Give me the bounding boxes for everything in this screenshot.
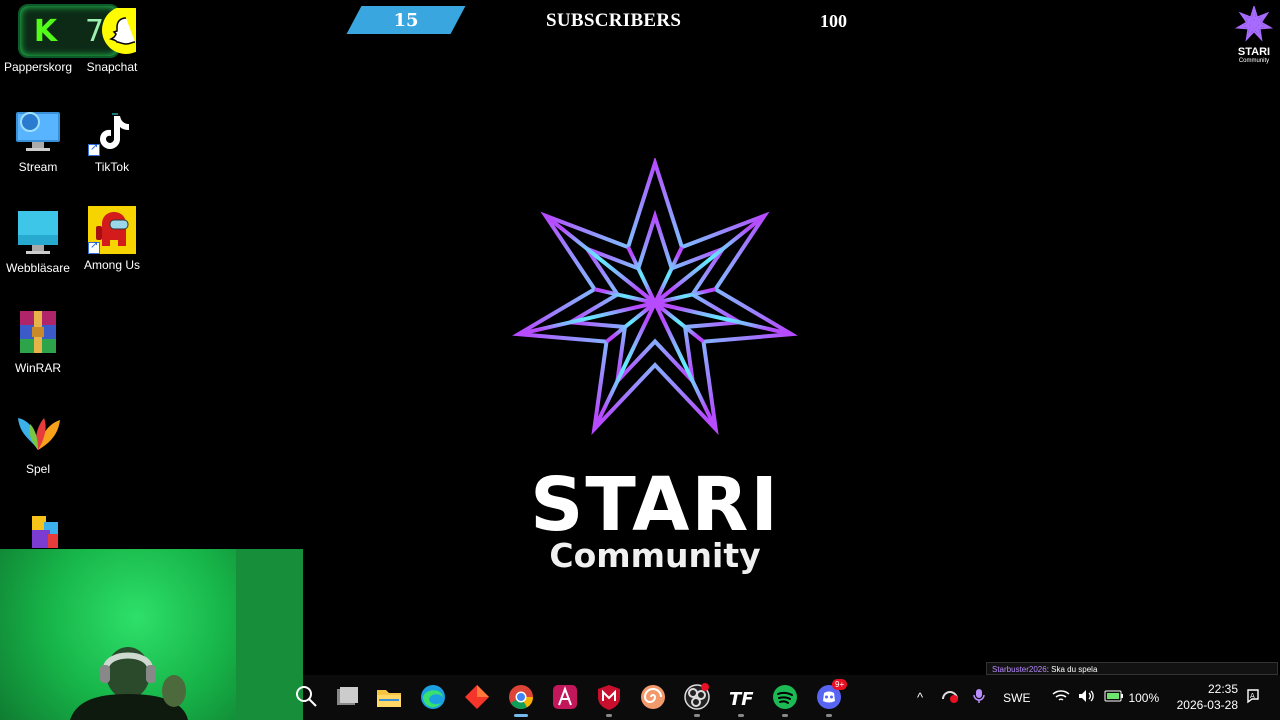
chat-text: : Ska du spela <box>1046 665 1098 674</box>
chevron-up-icon[interactable]: ^ <box>917 690 923 705</box>
msn-butterfly-icon <box>14 410 62 458</box>
mcafee-icon[interactable] <box>595 683 623 717</box>
system-tray: ^ SWE 100% <box>917 675 1159 720</box>
running-indicator <box>738 714 744 717</box>
desktop-icon-among-us[interactable]: Among Us <box>74 206 150 272</box>
notification-icon[interactable]: A <box>1245 688 1261 709</box>
desktop-icon-winrar[interactable]: WinRAR <box>0 309 76 375</box>
streamer-figure <box>70 647 188 720</box>
desktop-icon-label: Papperskorg <box>3 60 73 74</box>
file-explorer-icon[interactable] <box>375 683 403 711</box>
spotify-icon[interactable] <box>771 683 799 717</box>
subscriber-count: 15 <box>393 10 419 31</box>
tf-app-icon[interactable]: TF <box>727 683 755 717</box>
wifi-icon[interactable] <box>1052 689 1070 706</box>
desktop-icon-label: Stream <box>18 160 58 174</box>
webcam-overlay <box>0 549 303 720</box>
desktop-icon-label: WinRAR <box>14 361 61 375</box>
browser-monitor-icon <box>14 209 62 257</box>
desktop-icon-stream[interactable]: Stream <box>0 108 76 174</box>
subscriber-count-badge: 15 <box>346 6 466 34</box>
running-indicator <box>694 714 700 717</box>
clock-time: 22:35 <box>1207 682 1238 696</box>
chat-username: Starbuster2026 <box>992 665 1047 674</box>
spiral-app-icon[interactable] <box>639 683 667 711</box>
chrome-icon[interactable] <box>507 683 535 717</box>
tiktok-icon <box>88 108 136 156</box>
shortcut-arrow-icon <box>88 142 100 156</box>
volume-icon[interactable] <box>1078 689 1096 706</box>
kick-logo-icon: K <box>33 13 58 49</box>
clock-date: 2026-03-28 <box>1176 698 1238 712</box>
discord-icon[interactable]: 9+ <box>815 679 848 717</box>
winrar-icon <box>14 309 62 357</box>
desktop-icon-snapchat[interactable]: Snapchat <box>74 6 150 74</box>
snapchat-icon <box>88 6 150 56</box>
shortcut-arrow-icon <box>88 240 100 254</box>
microphone-icon[interactable] <box>973 688 985 707</box>
taskbar-clock[interactable]: 22:35 2026-03-28 <box>1172 681 1238 713</box>
affinity-icon[interactable] <box>551 683 579 711</box>
desktop-icon-webblasare[interactable]: Webbläsare <box>0 209 76 275</box>
discord-badge: 9+ <box>832 679 848 690</box>
task-view-icon[interactable] <box>333 683 361 711</box>
red-diamond-app-icon[interactable] <box>463 683 491 711</box>
svg-text:TF: TF <box>729 689 754 710</box>
stari-star-logo <box>512 158 798 436</box>
taskbar: TF 9+ ^ SWE 100% <box>296 675 1280 720</box>
monitor-globe-icon <box>14 108 62 156</box>
mini-star-icon <box>1234 4 1274 42</box>
among-us-icon <box>88 206 136 254</box>
mini-logo-subtitle: Community <box>1238 58 1270 64</box>
chat-message: Starbuster2026: Ska du spela <box>986 662 1278 675</box>
battery-icon[interactable] <box>1104 690 1124 705</box>
obs-icon[interactable] <box>683 683 711 717</box>
subscribers-label: SUBSCRIBERS <box>546 10 682 31</box>
network-warning-icon[interactable] <box>941 689 959 706</box>
search-icon[interactable] <box>293 683 321 711</box>
running-indicator <box>606 714 612 717</box>
desktop-icon-label: Webbläsare <box>6 261 70 275</box>
mini-logo-title: STARI <box>1237 46 1271 58</box>
desktop-icon-label: Among Us <box>83 258 141 272</box>
stari-mini-logo: STARI Community <box>1230 4 1278 65</box>
running-indicator <box>826 714 832 717</box>
desktop-icon-label: Snapchat <box>86 60 138 74</box>
battery-percent: 100% <box>1128 690 1160 705</box>
running-indicator <box>782 714 788 717</box>
desktop-icon-tiktok[interactable]: TikTok <box>74 108 150 174</box>
subscriber-goal: 100 <box>820 11 847 31</box>
svg-text:A: A <box>1250 692 1255 700</box>
active-indicator <box>514 714 528 717</box>
desktop-icon-label: TikTok <box>94 160 130 174</box>
edge-icon[interactable] <box>419 683 447 711</box>
language-indicator[interactable]: SWE <box>1003 691 1030 705</box>
